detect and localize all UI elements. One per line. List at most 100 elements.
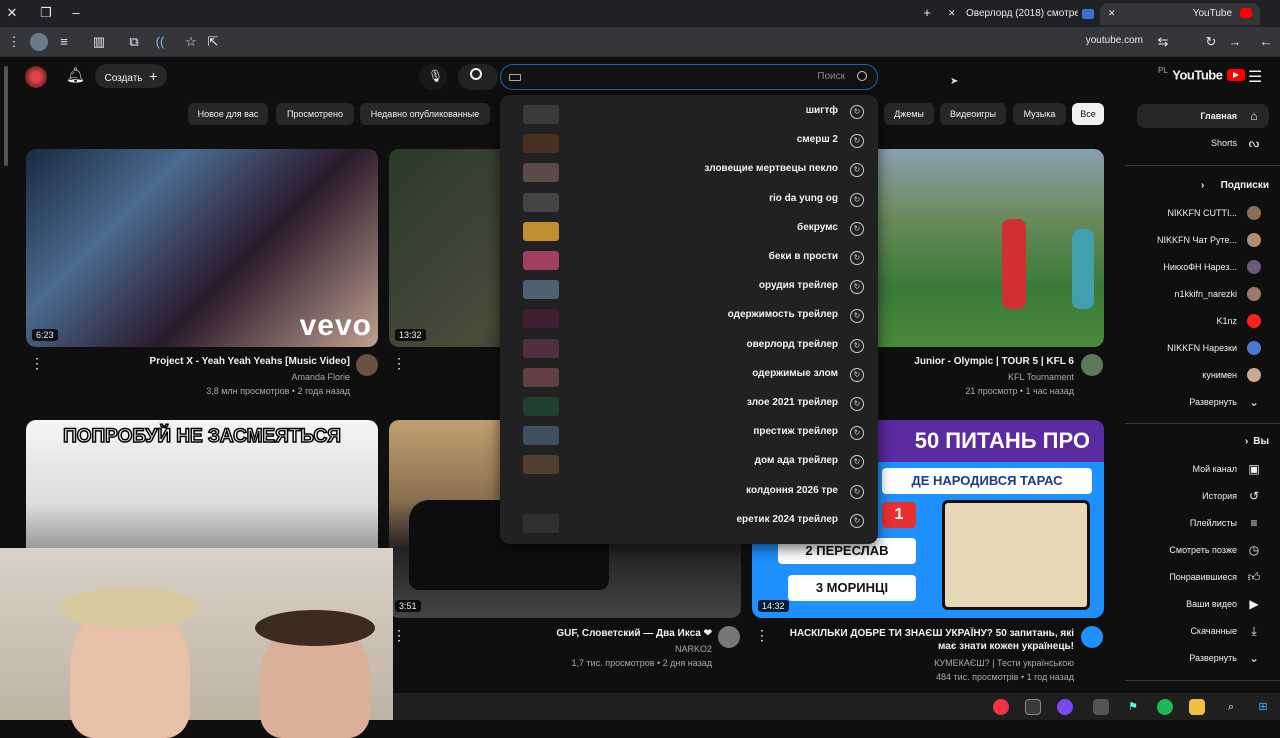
search-suggestion[interactable]: бекрумс ↻ [500,215,878,244]
search-suggestion[interactable]: колдоння 2026 тре ↻ [500,478,878,507]
search-suggestion[interactable]: престиж трейлер ↻ [500,419,878,448]
app-icon[interactable] [993,699,1009,715]
close-window-button[interactable]: ✕ [2,3,22,23]
tab-overlord[interactable]: ✕ Оверлорд (2018) смотреть [940,3,1100,25]
forward-icon[interactable]: → [1225,32,1245,52]
video-title[interactable]: Project X - Yeah Yeah Yeahs [Music Video… [60,356,350,367]
omnibox[interactable]: ☆ ⇱ youtube.com ⇆ ↻ → [173,30,1253,54]
channel-avatar[interactable] [356,354,378,376]
sidebar-item-downloads[interactable]: Скачанные ⤓ [1137,619,1269,643]
chip-all[interactable]: Все [1072,103,1104,125]
channel-avatar[interactable] [1081,354,1103,376]
chip-recent[interactable]: Недавно опубликованные [360,103,490,125]
sidebar-icon[interactable]: ▥ [89,32,109,52]
app-icon[interactable] [1093,699,1109,715]
star-icon[interactable]: ☆ [181,32,201,52]
voice-search-button[interactable]: 🎙︎ [419,64,447,90]
subscriptions-header[interactable]: Подписки › [1137,174,1269,198]
close-tab-icon[interactable]: ✕ [1108,8,1116,19]
sidebar-item-history[interactable]: История ↺ [1137,484,1269,508]
sidebar-item-your-videos[interactable]: Ваши видео ▶ [1137,592,1269,616]
search-button[interactable] [458,64,498,90]
more-options-icon[interactable]: ⋮ [392,627,406,644]
sidebar-item-watch-later[interactable]: Смотреть позже ◷ [1137,538,1269,562]
reload-icon[interactable]: ↻ [1201,32,1221,52]
tab-youtube[interactable]: ✕ YouTube [1100,3,1260,25]
sidebar-item-sub[interactable]: K1nz [1137,309,1269,333]
account-avatar[interactable] [25,66,47,88]
cast-icon[interactable]: (( [150,32,170,52]
search-suggestion[interactable]: злое 2021 трейлер ↻ [500,390,878,419]
sidebar-expand-subs[interactable]: Развернуть ⌄ [1137,390,1269,414]
more-options-icon[interactable]: ⋮ [392,355,406,372]
channel-name[interactable]: КУМЕКАЄШ? | Тести українською [780,658,1074,668]
new-tab-button[interactable]: + [917,3,937,23]
search-suggestion[interactable]: зловещие мертвецы пекло ↻ [500,156,878,185]
app-icon[interactable]: ⚑ [1125,699,1141,715]
sidebar-item-playlists[interactable]: Плейлисты ≡ [1137,511,1269,535]
search-icon[interactable]: ⌕ [1223,699,1239,715]
sidebar-expand-you[interactable]: Развернуть ⌄ [1137,646,1269,670]
notifications-bell-icon[interactable]: 🔔︎ [66,66,85,86]
search-suggestion[interactable]: дом ада трейлер ↻ [500,448,878,477]
video-thumbnail[interactable]: vevo 6:23 [26,149,378,347]
sidebar-item-home[interactable]: Главная ⌂ [1137,104,1269,128]
search-suggestion[interactable]: еретик 2024 трейлер ↻ [500,507,878,536]
keyboard-icon[interactable] [509,74,521,81]
search-suggestion[interactable]: беки в прости ↻ [500,244,878,273]
maximize-window-button[interactable]: ❐ [36,3,56,23]
file-explorer-icon[interactable] [1189,699,1205,715]
sidebar-item-sub[interactable]: кунимен [1137,363,1269,387]
chip-games[interactable]: Видеоигры [940,103,1006,125]
channel-name[interactable]: Amanda Florie [60,372,350,382]
chip-watched[interactable]: Просмотрено [276,103,354,125]
sidebar-item-sub[interactable]: НикхоФН Нарез... [1137,255,1269,279]
search-suggestion[interactable]: rio da yung og ↻ [500,186,878,215]
install-app-icon[interactable]: ⇱ [203,32,223,52]
search-suggestion[interactable]: оверлорд трейлер ↻ [500,332,878,361]
app-icon[interactable] [1057,699,1073,715]
more-options-icon[interactable]: ⋮ [30,355,44,372]
youtube-logo[interactable]: PL YouTube [1158,66,1245,86]
hamburger-menu-icon[interactable]: ☰ [1248,67,1262,87]
chip-music[interactable]: Музыка [1013,103,1066,125]
profile-avatar[interactable] [30,33,48,51]
search-suggestion[interactable]: орудия трейлер ↻ [500,273,878,302]
search-suggestion[interactable]: смерш 2 ↻ [500,127,878,156]
sidebar-item-shorts[interactable]: Shorts ᔓ [1137,131,1269,155]
suggestion-text: шигтф [805,105,838,116]
video-title[interactable]: НАСКІЛЬКИ ДОБРЕ ТИ ЗНАЄШ УКРАЇНУ? 50 зап… [780,627,1074,653]
back-icon[interactable]: ← [1256,32,1276,52]
search-suggestion[interactable]: одержимые злом ↻ [500,361,878,390]
video-thumbnail[interactable]: ПОПРОБУЙ НЕ ЗАСМЕЯТЬСЯ [26,420,378,560]
chip-new[interactable]: Новое для вас [188,103,268,125]
sidebar-item-sub[interactable]: NIKKFN CUTTI... [1137,201,1269,225]
channel-name[interactable]: NARKO2 [420,644,712,654]
video-title[interactable]: GUF, Словетский — Два Икса ❤ [420,628,712,639]
site-settings-icon[interactable]: ⇆ [1153,32,1173,52]
menu-dots-icon[interactable]: ⋮ [4,32,24,52]
create-button[interactable]: Создать + [95,64,167,88]
windows-start-icon[interactable]: ⊞ [1255,699,1271,715]
extensions-icon[interactable]: ⧉ [124,32,144,52]
sidebar-item-sub[interactable]: n1kkifn_narezki [1137,282,1269,306]
channel-avatar[interactable] [718,626,740,648]
bookmarks-icon[interactable]: ≡ [54,32,74,52]
sidebar-item-my-channel[interactable]: Мой канал ▣ [1137,457,1269,481]
sidebar-item-sub[interactable]: NIKKFN Чат Руте... [1137,228,1269,252]
chrome-icon[interactable] [1025,699,1041,715]
you-header[interactable]: Вы › [1137,430,1269,454]
close-tab-icon[interactable]: ✕ [948,8,956,19]
spotify-icon[interactable] [1157,699,1173,715]
search-suggestion[interactable]: шигтф ↻ [500,98,878,127]
channel-avatar[interactable] [1081,626,1103,648]
sidebar-item-liked[interactable]: Понравившиеся 👍︎ [1137,565,1269,589]
search-suggestion[interactable]: одержимость трейлер ↻ [500,302,878,331]
search-input[interactable]: Поиск [500,64,878,90]
chip-jams[interactable]: Джемы [884,103,934,125]
minimize-window-button[interactable]: – [66,3,86,23]
scrollbar[interactable] [4,66,8,166]
sidebar-item-sub[interactable]: NIKKFN Нарезки [1137,336,1269,360]
channel-avatar [1247,368,1261,382]
more-options-icon[interactable]: ⋮ [755,627,769,644]
